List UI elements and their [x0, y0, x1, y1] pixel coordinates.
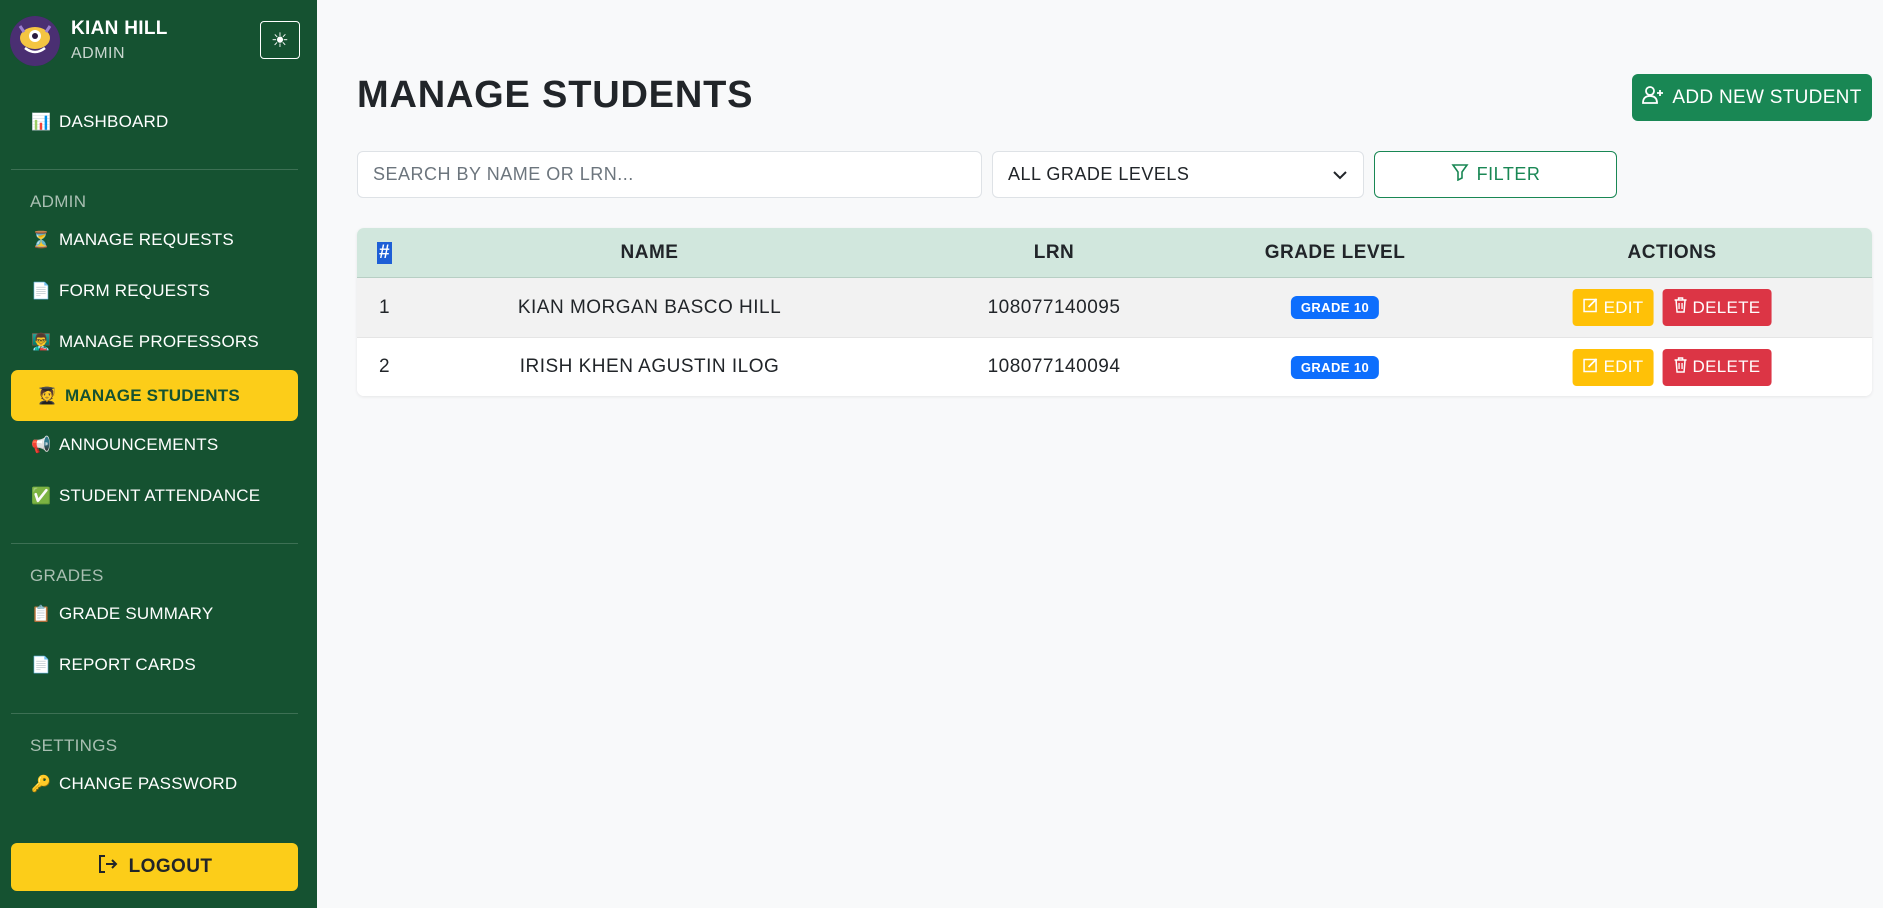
sidebar-item-label: STUDENT ATTENDANCE [59, 486, 261, 505]
edit-icon [1583, 297, 1599, 318]
logout-label: LOGOUT [128, 856, 213, 877]
grade-level-select-value: ALL GRADE LEVELS [1008, 164, 1190, 184]
delete-label: DELETE [1692, 297, 1761, 317]
chart-icon: 📊 [31, 114, 52, 131]
grade-cell: GRADE 10 [1290, 278, 1380, 337]
sidebar-item-dashboard[interactable]: 📊 DASHBOARD [11, 98, 298, 146]
trash-icon [1674, 356, 1688, 378]
row-number: 1 [378, 296, 391, 318]
edit-label: EDIT [1603, 297, 1644, 317]
delete-label: DELETE [1692, 357, 1761, 376]
grade-cell: GRADE 10 [1290, 338, 1380, 396]
hourglass-icon: ⏳ [31, 232, 52, 249]
column-header-name: NAME [620, 241, 679, 263]
avatar [10, 16, 60, 66]
sidebar-item-label: MANAGE REQUESTS [59, 230, 234, 249]
column-header-number[interactable]: # [357, 228, 412, 277]
page-title: MANAGE STUDENTS [357, 74, 754, 116]
sidebar-item-manage-professors[interactable]: 👨‍🏫 MANAGE PROFESSORS [11, 318, 298, 366]
student-icon: 🧑‍🎓 [37, 387, 58, 405]
sidebar-item-label: MANAGE PROFESSORS [59, 332, 259, 351]
add-user-icon [1642, 85, 1664, 111]
row-number: 2 [378, 356, 391, 377]
column-header-lrn: LRN [1033, 242, 1075, 263]
sidebar-item-label: MANAGE STUDENTS [65, 385, 240, 405]
filter-button[interactable]: FILTER [1374, 151, 1617, 198]
filter-icon [1451, 163, 1469, 186]
sidebar-item-manage-students[interactable]: 🧑‍🎓 MANAGE STUDENTS [11, 370, 298, 421]
sidebar-item-label: DASHBOARD [59, 112, 169, 131]
column-header-grade-level: GRADE LEVEL [1264, 242, 1406, 263]
student-lrn: 108077140095 [987, 296, 1121, 318]
actions-cell: EDIT DELETE [1572, 278, 1772, 337]
students-table: # NAME LRN GRADE LEVEL ACTIONS 1 KIAN MO… [357, 228, 1872, 396]
edit-label: EDIT [1603, 357, 1644, 376]
column-header-actions: ACTIONS [1627, 242, 1717, 263]
sidebar-item-student-attendance[interactable]: ✅ STUDENT ATTENDANCE [11, 472, 298, 520]
edit-icon [1583, 357, 1599, 378]
logout-icon [97, 854, 119, 880]
section-label-settings: SETTINGS [30, 736, 118, 755]
filter-label: FILTER [1476, 164, 1541, 184]
grade-badge: GRADE 10 [1290, 296, 1380, 319]
chevron-down-icon [1332, 164, 1348, 185]
grade-level-select[interactable]: ALL GRADE LEVELS [992, 151, 1364, 198]
divider [11, 713, 298, 714]
divider [11, 169, 298, 170]
document-icon: 📄 [31, 657, 52, 674]
sidebar-item-manage-requests[interactable]: ⏳ MANAGE REQUESTS [11, 216, 298, 264]
sidebar-item-label: REPORT CARDS [59, 655, 196, 674]
sidebar-item-form-requests[interactable]: 📄 FORM REQUESTS [11, 267, 298, 315]
sidebar-item-grade-summary[interactable]: 📋 GRADE SUMMARY [11, 590, 298, 638]
add-new-student-label: ADD NEW STUDENT [1672, 86, 1862, 108]
sidebar-item-label: FORM REQUESTS [59, 281, 210, 300]
student-lrn: 108077140094 [987, 356, 1121, 377]
table-header: # NAME LRN GRADE LEVEL ACTIONS [357, 228, 1872, 278]
grade-badge: GRADE 10 [1290, 355, 1380, 379]
sidebar-item-report-cards[interactable]: 📄 REPORT CARDS [11, 641, 298, 689]
edit-button[interactable]: EDIT [1572, 289, 1654, 326]
table-row: 1 KIAN MORGAN BASCO HILL 108077140095 GR… [357, 278, 1872, 337]
search-input[interactable] [357, 151, 982, 198]
sidebar-item-label: GRADE SUMMARY [59, 604, 214, 623]
trash-icon [1674, 297, 1688, 318]
section-label-grades: GRADES [30, 566, 104, 585]
sidebar-item-change-password[interactable]: 🔑 CHANGE PASSWORD [11, 760, 298, 808]
sidebar-item-announcements[interactable]: 📢 ANNOUNCEMENTS [11, 421, 298, 469]
delete-button[interactable]: DELETE [1662, 348, 1772, 386]
section-label-admin: ADMIN [30, 192, 87, 211]
sun-icon: ☀ [271, 29, 289, 52]
delete-button[interactable]: DELETE [1662, 289, 1772, 326]
actions-cell: EDIT DELETE [1572, 338, 1772, 396]
profile-name: KIAN HILL [71, 18, 168, 39]
sidebar-item-label: ANNOUNCEMENTS [59, 435, 219, 454]
teacher-icon: 👨‍🏫 [31, 334, 52, 351]
student-name: IRISH KHEN AGUSTIN ILOG [519, 356, 780, 377]
clipboard-icon: 📋 [31, 606, 52, 623]
checkmark-icon: ✅ [31, 488, 52, 505]
theme-toggle-button[interactable]: ☀ [260, 21, 300, 59]
student-name: KIAN MORGAN BASCO HILL [517, 296, 782, 318]
profile: KIAN HILL ADMIN ☀ [10, 14, 300, 66]
document-icon: 📄 [31, 283, 52, 300]
add-new-student-button[interactable]: ADD NEW STUDENT [1632, 74, 1872, 121]
key-icon: 🔑 [31, 776, 52, 793]
profile-role: ADMIN [71, 45, 126, 62]
sidebar: KIAN HILL ADMIN ☀ 📊 DASHBOARD ADMIN ⏳ MA… [0, 0, 317, 908]
table-row: 2 IRISH KHEN AGUSTIN ILOG 108077140094 G… [357, 337, 1872, 396]
divider [11, 543, 298, 544]
main-content: MANAGE STUDENTS ADD NEW STUDENT ALL GRAD… [357, 0, 1873, 908]
sidebar-item-label: CHANGE PASSWORD [59, 774, 238, 793]
megaphone-icon: 📢 [31, 437, 52, 454]
edit-button[interactable]: EDIT [1572, 348, 1654, 386]
logout-button[interactable]: LOGOUT [11, 843, 298, 891]
